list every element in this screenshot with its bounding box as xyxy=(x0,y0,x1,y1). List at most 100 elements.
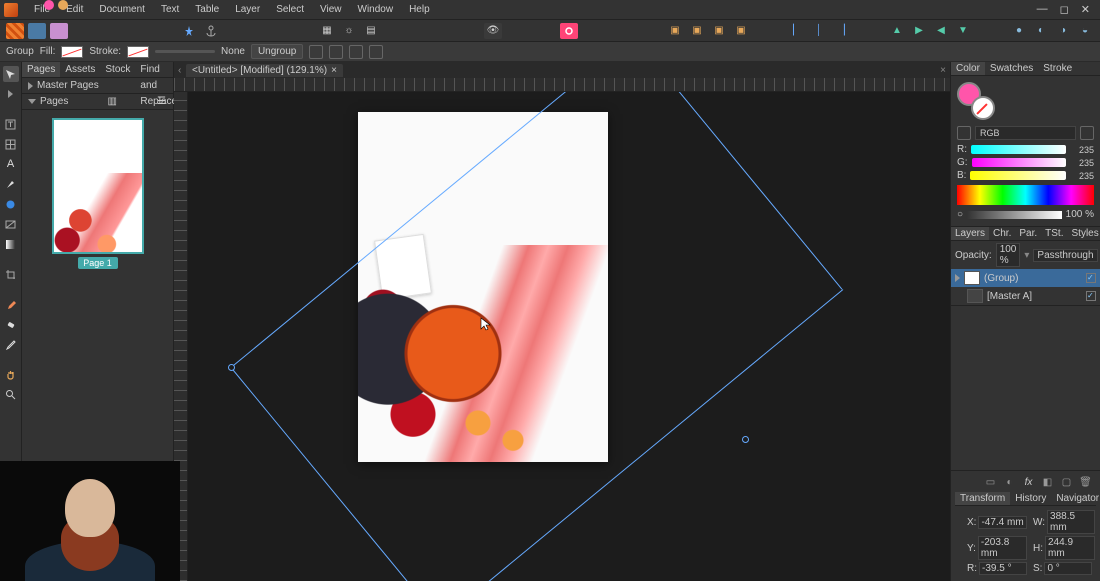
h-field[interactable]: 244.9 mm xyxy=(1045,536,1095,560)
menu-help[interactable]: Help xyxy=(401,0,438,20)
x-field[interactable]: -47.4 mm xyxy=(978,516,1026,529)
tab-history[interactable]: History xyxy=(1010,492,1051,505)
boolean-xor-icon[interactable]: ◒ xyxy=(1076,23,1094,39)
move-tool-icon[interactable] xyxy=(3,66,19,82)
anchor-icon[interactable] xyxy=(202,23,220,39)
tab-navigator[interactable]: Navigator xyxy=(1051,492,1100,505)
rotate-cw-icon[interactable]: ▼ xyxy=(954,23,972,39)
hand-tool-icon[interactable] xyxy=(3,366,19,382)
w-field[interactable]: 388.5 mm xyxy=(1047,510,1095,534)
expand-pages-icon[interactable] xyxy=(28,99,36,104)
transform-anchor-picker[interactable] xyxy=(959,510,961,544)
flip-v-icon[interactable]: ▶ xyxy=(910,23,928,39)
canvas-viewport[interactable] xyxy=(188,92,950,581)
menu-document[interactable]: Document xyxy=(91,0,153,20)
doc-tab-prev-icon[interactable]: ‹ xyxy=(178,65,182,76)
boolean-intersect-icon[interactable]: ◑ xyxy=(1054,23,1072,39)
tab-swatches[interactable]: Swatches xyxy=(985,62,1038,75)
tab-character[interactable]: Chr. xyxy=(989,227,1015,240)
layer-row-group[interactable]: (Group) xyxy=(951,269,1100,287)
opacity-field[interactable]: 100 % xyxy=(996,243,1021,267)
arrange-forward-icon[interactable]: ▣ xyxy=(710,23,728,39)
flip-h-icon[interactable]: ▲ xyxy=(888,23,906,39)
table-tool-icon[interactable] xyxy=(3,136,19,152)
channel-r-slider[interactable] xyxy=(971,145,1066,154)
selection-handle[interactable] xyxy=(228,364,235,371)
pen-tool-icon[interactable] xyxy=(3,176,19,192)
window-maximize-icon[interactable]: ◻ xyxy=(1060,3,1069,16)
tab-transform[interactable]: Transform xyxy=(955,492,1010,505)
align-center-icon[interactable]: │ xyxy=(810,23,828,39)
paintbrush-tool-icon[interactable] xyxy=(3,296,19,312)
menu-table[interactable]: Table xyxy=(187,0,227,20)
zoom-tool-icon[interactable] xyxy=(3,386,19,402)
selection-handle[interactable] xyxy=(742,436,749,443)
color-mode-select[interactable]: RGB xyxy=(975,126,1076,140)
rotate-ccw-icon[interactable]: ◀ xyxy=(932,23,950,39)
persona-designer-icon[interactable] xyxy=(28,23,46,39)
expand-layer-icon[interactable] xyxy=(955,274,960,282)
menu-text[interactable]: Text xyxy=(153,0,187,20)
boolean-subtract-icon[interactable]: ◐ xyxy=(1032,23,1050,39)
channel-r-value[interactable]: 235 xyxy=(1070,145,1094,155)
color-model-icon[interactable] xyxy=(957,126,971,140)
ruler-horizontal[interactable] xyxy=(174,78,950,92)
alpha-value[interactable]: 100 % xyxy=(1066,209,1094,220)
persona-publisher-icon[interactable] xyxy=(6,23,24,39)
tab-paragraph[interactable]: Par. xyxy=(1015,227,1041,240)
view-mode-icon[interactable]: 👁 xyxy=(484,23,502,39)
ungroup-button[interactable]: Ungroup xyxy=(251,44,303,59)
channel-g-slider[interactable] xyxy=(972,158,1066,167)
r-field[interactable]: -39.5 ° xyxy=(979,562,1027,575)
channel-b-slider[interactable] xyxy=(970,171,1066,180)
tab-pages[interactable]: Pages xyxy=(22,62,60,77)
tab-styles[interactable]: Styles xyxy=(1068,227,1100,240)
other-tool-icon[interactable]: ▤ xyxy=(362,23,380,39)
tab-textstyles[interactable]: TSt. xyxy=(1041,227,1067,240)
stroke-color-well[interactable] xyxy=(971,96,995,120)
expand-master-pages-icon[interactable] xyxy=(28,82,33,90)
stroke-width-slider[interactable] xyxy=(155,50,215,53)
layer-crop-icon[interactable]: ◧ xyxy=(1041,476,1054,489)
channel-b-value[interactable]: 235 xyxy=(1070,171,1094,181)
play-icon[interactable] xyxy=(3,86,19,102)
frame-text-tool-icon[interactable] xyxy=(3,116,19,132)
window-close-icon[interactable]: ✕ xyxy=(1081,3,1090,16)
gradient-tool-icon[interactable] xyxy=(3,236,19,252)
menu-window[interactable]: Window xyxy=(350,0,402,20)
doc-tab-close-all-icon[interactable]: × xyxy=(940,65,946,76)
arrange-front-icon[interactable]: ▣ xyxy=(732,23,750,39)
window-minimize-icon[interactable]: — xyxy=(1037,3,1048,16)
align-left-icon[interactable]: ▏ xyxy=(788,23,806,39)
layer-row-master[interactable]: [Master A] xyxy=(951,287,1100,305)
page-artboard[interactable] xyxy=(358,112,608,462)
layer-visibility-checkbox[interactable] xyxy=(1086,291,1096,301)
s-field[interactable]: 0 ° xyxy=(1044,562,1092,575)
layer-visibility-checkbox[interactable] xyxy=(1086,273,1096,283)
menu-layer[interactable]: Layer xyxy=(227,0,268,20)
stroke-width-value[interactable]: None xyxy=(221,46,245,57)
fill-swatch[interactable] xyxy=(61,46,83,58)
color-options-icon[interactable] xyxy=(1080,126,1094,140)
layer-mask-icon[interactable]: ▭ xyxy=(984,476,997,489)
artistic-text-tool-icon[interactable]: A xyxy=(3,156,19,172)
close-document-icon[interactable]: × xyxy=(331,65,337,76)
page-thumbnail-1[interactable] xyxy=(52,118,144,254)
pages-facing-icon[interactable]: ▥ xyxy=(107,96,118,107)
pin-icon[interactable] xyxy=(180,23,198,39)
tab-layers[interactable]: Layers xyxy=(951,227,989,240)
show-all-icon[interactable] xyxy=(349,45,363,59)
color-picker-tool-icon[interactable] xyxy=(3,336,19,352)
tab-stock[interactable]: Stock xyxy=(100,62,135,77)
alpha-slider[interactable] xyxy=(967,211,1062,219)
persona-photo-icon[interactable] xyxy=(50,23,68,39)
align-right-icon[interactable]: ▕ xyxy=(832,23,850,39)
image-frame-tool-icon[interactable] xyxy=(3,216,19,232)
menu-select[interactable]: Select xyxy=(268,0,312,20)
menu-view[interactable]: View xyxy=(312,0,350,20)
preview-icon[interactable]: ☼ xyxy=(340,23,358,39)
layer-adjustment-icon[interactable]: ◐ xyxy=(1003,476,1016,489)
eraser-tool-icon[interactable] xyxy=(3,316,19,332)
document-tab[interactable]: <Untitled> [Modified] (129.1%) × xyxy=(186,64,343,77)
hide-selection-icon[interactable] xyxy=(329,45,343,59)
